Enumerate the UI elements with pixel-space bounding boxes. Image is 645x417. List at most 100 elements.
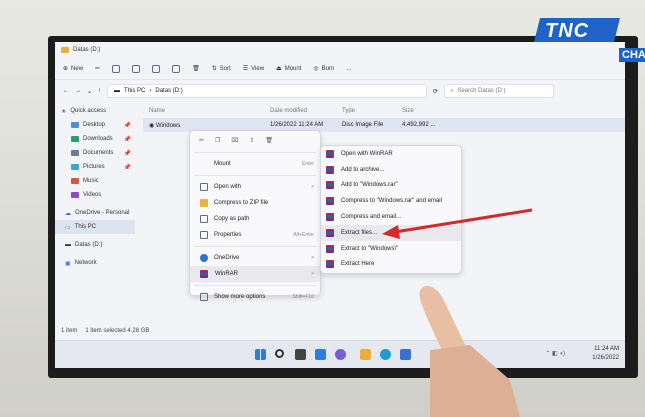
more-button[interactable]: ... <box>346 66 351 72</box>
file-date: 1/26/2022 11:24 AM <box>270 122 324 128</box>
pin-icon: 📌 <box>123 150 131 157</box>
winrar-open[interactable]: Open with WinRAR <box>321 146 461 162</box>
winrar-extract-files[interactable]: Extract files... <box>321 224 461 241</box>
address-bar[interactable]: ▬ This PC › Datas (D:) <box>107 84 428 98</box>
winrar-extract-here[interactable]: Extract Here <box>321 257 461 273</box>
trash-icon: 🗑 <box>192 66 200 72</box>
mount-button[interactable]: ⏏ Mount <box>276 65 301 73</box>
chevron-right-icon: > <box>311 271 314 277</box>
clock[interactable]: 11:24 AM 1/26/2022 <box>592 345 619 363</box>
back-icon[interactable]: ← <box>63 88 69 94</box>
context-menu: ✂ ❐ ⌧ ⇪ 🗑 Mount Enter Open with > Compress… <box>189 130 321 301</box>
menu-show-more[interactable]: Show more options Shift+F10 <box>190 289 320 305</box>
chat-icon[interactable] <box>335 349 346 360</box>
column-type[interactable]: Type <box>342 108 402 114</box>
store-icon[interactable] <box>400 349 411 360</box>
pc-icon: ▭ <box>65 224 71 231</box>
winrar-add-archive[interactable]: Add to archive... <box>321 162 461 178</box>
forward-icon[interactable]: → <box>75 88 81 94</box>
pc-icon: ▬ <box>114 88 121 94</box>
view-button[interactable]: ☰ View <box>242 65 264 73</box>
copy-icon[interactable]: ❐ <box>215 137 220 144</box>
winrar-add-rar[interactable]: Add to "Windows.rar" <box>321 178 461 194</box>
search-input[interactable]: ⌕ Search Datas (D:) <box>444 84 555 98</box>
address-row: ← → ⌄ ↑ ▬ This PC › Datas (D:) ⟳ ⌕ Searc… <box>55 80 625 102</box>
rename-button[interactable] <box>152 64 161 73</box>
menu-open-with[interactable]: Open with > <box>190 179 320 195</box>
column-size[interactable]: Size <box>402 108 462 114</box>
menu-onedrive[interactable]: OneDrive > <box>190 250 320 266</box>
pin-icon: 📌 <box>123 136 131 143</box>
menu-winrar[interactable]: WinRAR > <box>190 266 320 282</box>
plus-icon: ⊕ <box>63 66 69 72</box>
clock-date: 1/26/2022 <box>592 355 619 361</box>
copy-button[interactable] <box>112 64 121 73</box>
winrar-extract-to[interactable]: Extract to "Windows\" <box>321 241 461 257</box>
winrar-icon <box>326 228 334 237</box>
view-icon: ☰ <box>242 66 249 72</box>
nav-pictures[interactable]: Pictures 📌 <box>55 160 135 174</box>
column-headers: Name Date modified Type Size <box>143 104 625 118</box>
menu-properties[interactable]: Properties Alt+Enter <box>190 227 320 243</box>
nav-this-pc[interactable]: ▭ This PC <box>55 220 135 234</box>
open-with-icon <box>200 183 208 191</box>
nav-quick-access[interactable]: ★ Quick access <box>55 104 135 118</box>
new-button[interactable]: ⊕ New <box>63 65 83 73</box>
nav-onedrive[interactable]: ☁ OneDrive - Personal <box>55 206 135 220</box>
nav-network[interactable]: ▣ Network <box>55 256 135 270</box>
task-view-icon[interactable] <box>295 349 306 360</box>
picture-folder-icon <box>71 164 79 170</box>
rename-icon[interactable]: ⌧ <box>231 137 238 144</box>
sort-icon: ⇅ <box>211 66 217 72</box>
download-folder-icon <box>71 136 79 142</box>
edge-icon[interactable] <box>380 349 391 360</box>
winrar-compress-email[interactable]: Compress to "Windows.rar" and email <box>321 193 461 209</box>
star-icon: ★ <box>61 108 67 115</box>
search-icon[interactable] <box>275 349 284 358</box>
column-date[interactable]: Date modified <box>270 108 342 114</box>
nav-music[interactable]: Music <box>55 174 135 188</box>
refresh-icon[interactable]: ⟳ <box>433 88 438 95</box>
menu-mount[interactable]: Mount Enter <box>190 156 320 172</box>
column-name[interactable]: Name <box>143 108 270 114</box>
nav-desktop[interactable]: Desktop 📌 <box>55 118 135 132</box>
menu-copy-path[interactable]: Copy as path <box>190 211 320 227</box>
nav-documents[interactable]: Documents 📌 <box>55 146 135 160</box>
share-icon[interactable]: ⇪ <box>249 137 254 144</box>
logo-subtext: CHAN <box>619 48 645 62</box>
document-folder-icon <box>71 150 79 156</box>
winrar-icon <box>326 244 334 253</box>
winrar-icon <box>326 197 334 206</box>
widgets-icon[interactable] <box>315 349 326 360</box>
breadcrumb-this-pc[interactable]: This PC <box>124 88 145 94</box>
menu-compress-zip[interactable]: Compress to ZIP file <box>190 195 320 211</box>
desktop-folder-icon <box>71 122 79 128</box>
file-list: Name Date modified Type Size ◉ Windows 1… <box>143 104 625 132</box>
cut-button[interactable]: ✂ <box>95 65 100 72</box>
chevron-down-icon[interactable]: ⌄ <box>87 88 92 95</box>
nav-downloads[interactable]: Downloads 📌 <box>55 132 135 146</box>
breadcrumb-datas[interactable]: Datas (D:) <box>155 88 182 94</box>
cut-icon[interactable]: ✂ <box>199 137 204 144</box>
share-button[interactable] <box>172 64 181 73</box>
tray-icons[interactable]: ⌃ ◧ ◖) <box>545 350 565 357</box>
disc-image-icon: ◉ <box>149 122 156 129</box>
winrar-submenu: Open with WinRAR Add to archive... Add t… <box>320 145 462 274</box>
trash-icon[interactable]: 🗑 <box>265 137 273 144</box>
nav-datas[interactable]: ▬ Datas (D:) <box>55 238 135 252</box>
chevron-right-icon: > <box>311 255 314 261</box>
clock-time: 11:24 AM <box>594 346 619 352</box>
winrar-icon <box>326 260 334 269</box>
up-icon[interactable]: ↑ <box>98 88 101 94</box>
burn-button[interactable]: ◎ Burn <box>313 65 334 73</box>
start-icon[interactable] <box>255 349 266 360</box>
copy-path-icon <box>200 215 208 223</box>
file-explorer-icon[interactable] <box>360 349 371 360</box>
paste-button[interactable] <box>132 64 141 73</box>
winrar-compress-and-email[interactable]: Compress and email... <box>321 209 461 225</box>
navigation-pane: ★ Quick access Desktop 📌 Downloads 📌 Docume… <box>55 104 135 270</box>
sort-button[interactable]: ⇅ Sort <box>211 65 231 73</box>
nav-videos[interactable]: Videos <box>55 188 135 202</box>
delete-button[interactable]: 🗑 <box>192 65 200 72</box>
drive-icon: ▬ <box>65 242 71 248</box>
